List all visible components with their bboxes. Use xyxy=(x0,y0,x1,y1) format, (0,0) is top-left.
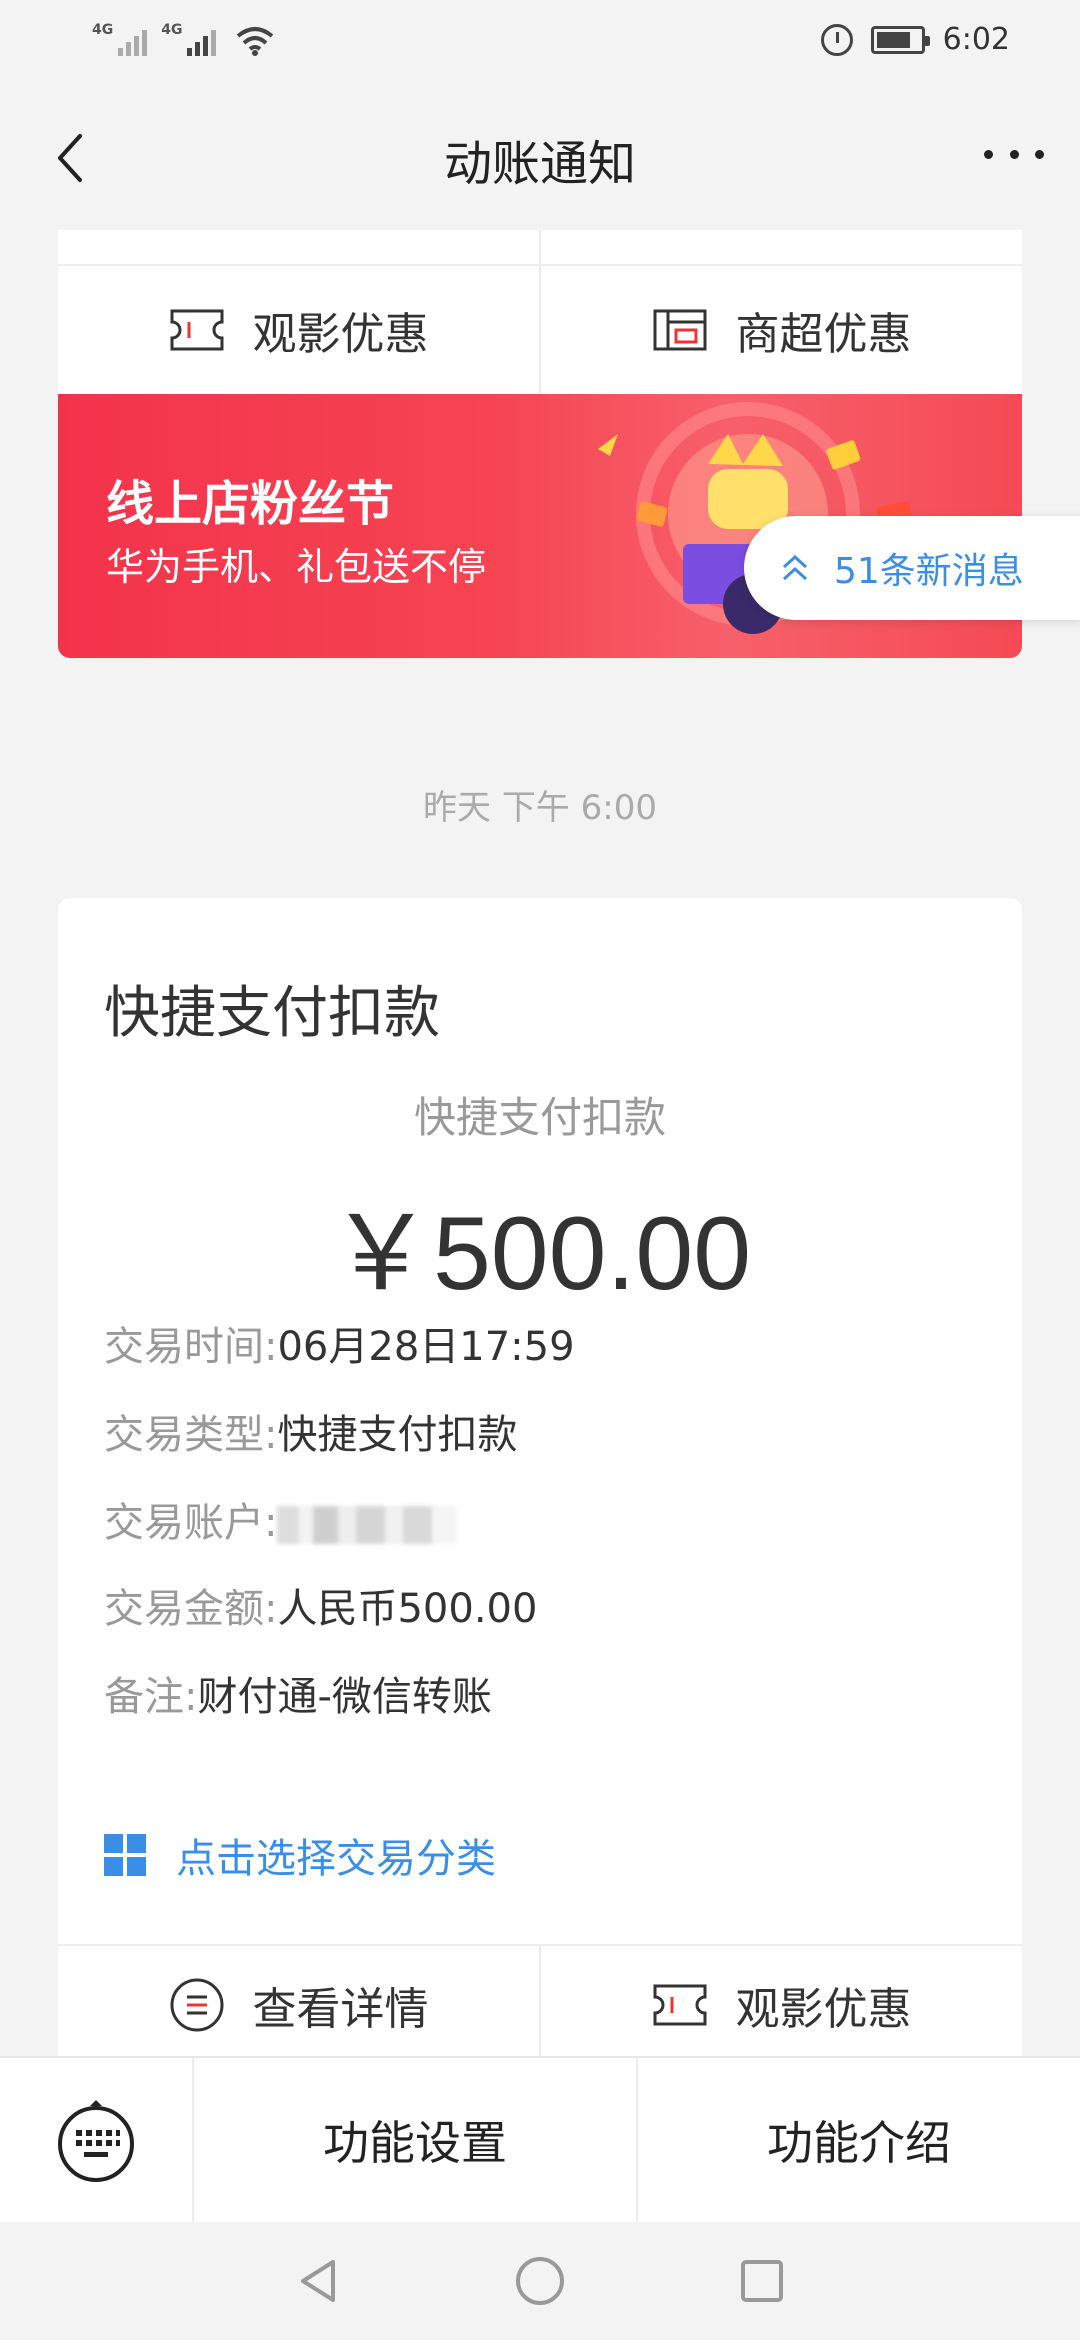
choose-category-label: 点击选择交易分类 xyxy=(176,1836,496,1882)
choose-category-link[interactable]: 点击选择交易分类 xyxy=(104,1826,496,1884)
keyboard-toggle-button[interactable] xyxy=(0,2058,194,2222)
feature-settings-button[interactable]: 功能设置 xyxy=(194,2058,636,2222)
nav-recents-icon[interactable] xyxy=(737,2256,787,2306)
detail-row-type: 交易类型:快捷支付扣款 xyxy=(104,1412,518,1458)
category-grid-icon xyxy=(104,1834,146,1876)
message-title: 快捷支付扣款 xyxy=(104,981,440,1046)
movie-offer-label: 观影优惠 xyxy=(735,1984,912,2035)
ticket-icon xyxy=(170,309,223,351)
list-icon xyxy=(170,1978,223,2032)
transaction-amount: ￥500.00 xyxy=(328,1196,752,1312)
transaction-message-card: 快捷支付扣款 快捷支付扣款 ￥500.00 交易时间:06月28日17:59 交… xyxy=(58,898,1022,2064)
nav-back-triangle-icon[interactable] xyxy=(293,2256,343,2306)
wifi-icon xyxy=(237,27,274,56)
redacted-account xyxy=(277,1506,458,1544)
more-menu-icon[interactable] xyxy=(984,134,1044,174)
battery-icon xyxy=(870,25,930,54)
double-chevron-up-icon xyxy=(782,554,808,581)
nav-bar: 动账通知 xyxy=(0,84,1080,230)
movie-offer-button[interactable]: 观影优惠 xyxy=(58,266,539,394)
bottom-toolbar: 功能设置 功能介绍 xyxy=(0,2056,1080,2222)
store-icon xyxy=(653,309,706,351)
detail-row-amount: 交易金额:人民币500.00 xyxy=(104,1586,538,1632)
view-details-button[interactable]: 查看详情 xyxy=(58,1946,539,2064)
supermarket-offer-label: 商超优惠 xyxy=(735,309,912,360)
nav-home-icon[interactable] xyxy=(513,2254,567,2308)
new-messages-button[interactable]: 51条新消息 xyxy=(744,516,1080,620)
previous-message-card: 观影优惠 商超优惠 xyxy=(58,230,1022,395)
network-type-label: 4G xyxy=(161,22,183,38)
new-messages-label: 51条新消息 xyxy=(834,551,1024,592)
ticket-icon xyxy=(653,1984,706,2026)
signal-sim2-icon: 4G xyxy=(161,22,217,56)
banner-subtitle: 华为手机、礼包送不停 xyxy=(106,545,487,589)
detail-row-remark: 备注:财付通-微信转账 xyxy=(104,1674,492,1720)
supermarket-offer-button[interactable]: 商超优惠 xyxy=(539,266,1022,394)
system-nav-bar xyxy=(0,2222,1080,2340)
message-timestamp: 昨天 下午 6:00 xyxy=(423,788,657,828)
movie-offer-label: 观影优惠 xyxy=(252,309,429,360)
detail-row-account: 交易账户: xyxy=(104,1490,458,1548)
alarm-icon xyxy=(820,23,853,56)
page-title: 动账通知 xyxy=(443,136,636,192)
movie-offer-button[interactable]: 观影优惠 xyxy=(539,1946,1022,2064)
status-bar: 4G 4G 6:02 xyxy=(0,0,1080,84)
signal-sim1-icon: 4G xyxy=(92,22,148,56)
network-type-label: 4G xyxy=(92,22,114,38)
message-subtitle: 快捷支付扣款 xyxy=(413,1093,666,1142)
feature-intro-button[interactable]: 功能介绍 xyxy=(636,2058,1080,2222)
detail-row-time: 交易时间:06月28日17:59 xyxy=(104,1324,575,1370)
banner-title: 线上店粉丝节 xyxy=(106,476,395,532)
clock: 6:02 xyxy=(942,22,1010,57)
keyboard-icon xyxy=(58,2100,134,2182)
view-details-label: 查看详情 xyxy=(252,1984,429,2035)
